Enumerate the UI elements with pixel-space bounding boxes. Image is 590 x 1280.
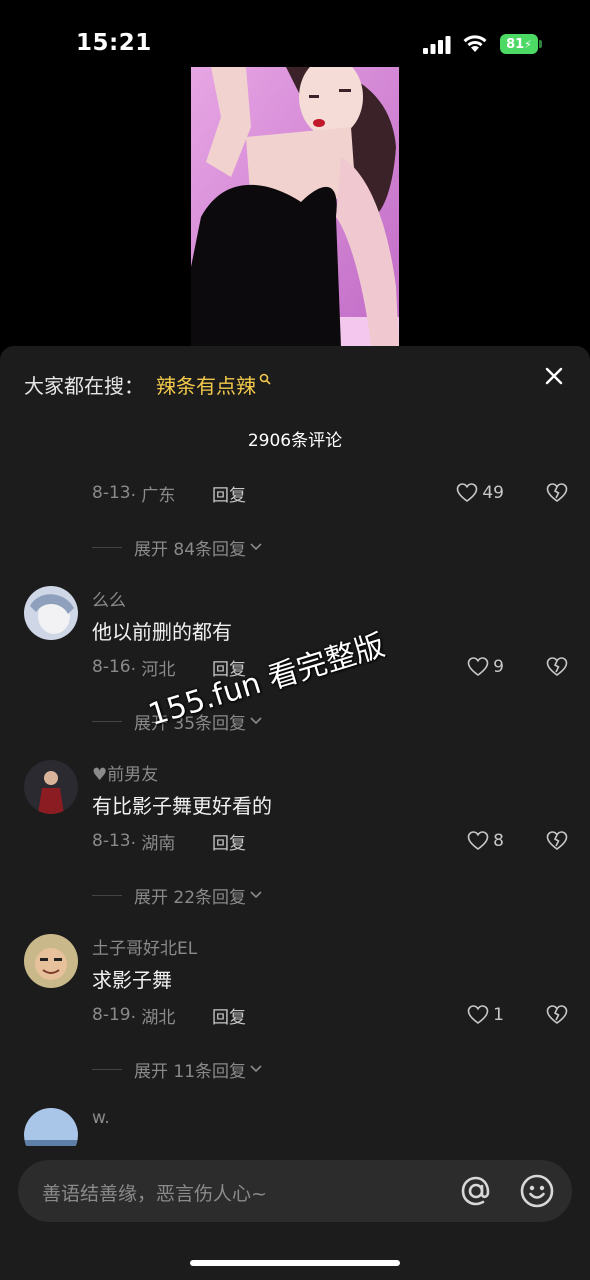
heart-icon xyxy=(467,1005,489,1024)
like-button[interactable]: 9 xyxy=(467,657,504,677)
signal-icon xyxy=(423,36,451,54)
search-suggestion[interactable]: 大家都在搜： 辣条有点辣 xyxy=(24,370,271,399)
expand-replies-button[interactable]: 展开 84条回复 xyxy=(92,535,262,560)
close-icon[interactable] xyxy=(544,366,564,386)
comment-location: · 湖北 xyxy=(130,1007,176,1028)
comment-meta: 8-19 · 湖北 回复 1 xyxy=(92,1003,572,1028)
comment-date: 8-19 xyxy=(92,1005,131,1025)
comment-input-placeholder[interactable]: 善语结善缘，恶言伤人心~ xyxy=(42,1179,267,1206)
expand-replies-button[interactable]: 展开 22条回复 xyxy=(92,883,262,908)
like-count: 8 xyxy=(493,831,504,851)
expand-replies-label: 展开 11条回复 xyxy=(134,1061,247,1082)
like-button[interactable]: 49 xyxy=(456,483,504,503)
chevron-down-icon xyxy=(250,891,262,899)
comment-meta: 8-13 · 广东 回复 49 xyxy=(92,481,572,506)
comment-text: 有比影子舞更好看的 xyxy=(92,794,272,818)
comment-username[interactable]: w. xyxy=(92,1108,110,1128)
broken-heart-icon[interactable] xyxy=(546,831,568,851)
comment-date: 8-13 xyxy=(92,831,131,851)
at-mention-icon[interactable] xyxy=(458,1173,494,1209)
expand-replies-button[interactable]: 展开 11条回复 xyxy=(92,1057,262,1082)
like-count: 9 xyxy=(493,657,504,677)
heart-icon: ♥ xyxy=(92,765,108,785)
like-count: 1 xyxy=(493,1005,504,1025)
comment-count: 2906条评论 xyxy=(247,431,343,451)
expand-replies-label: 展开 84条回复 xyxy=(134,539,247,560)
heart-icon xyxy=(467,657,489,676)
reply-button[interactable]: 回复 xyxy=(212,1003,246,1028)
broken-heart-icon[interactable] xyxy=(546,1005,568,1025)
broken-heart-icon[interactable] xyxy=(546,483,568,503)
reply-button[interactable]: 回复 xyxy=(212,481,246,506)
search-suggestion-keyword[interactable]: 辣条有点辣 xyxy=(156,370,256,399)
comment-username[interactable]: 么么 xyxy=(92,586,126,611)
battery-icon: 81 ⚡ xyxy=(500,34,542,54)
heart-icon xyxy=(467,831,489,850)
broken-heart-icon[interactable] xyxy=(546,657,568,677)
comment-username[interactable]: ♥前男友 xyxy=(92,760,158,785)
search-suggestion-prefix: 大家都在搜： xyxy=(24,374,144,398)
comment-username[interactable]: 土子哥好北EL xyxy=(92,934,197,959)
avatar[interactable] xyxy=(24,760,78,814)
battery-level: 81 xyxy=(506,36,525,52)
wifi-icon xyxy=(463,35,487,52)
video-frame-image xyxy=(191,67,399,347)
comment-input-bar: 善语结善缘，恶言伤人心~ xyxy=(0,1146,590,1280)
comment-sheet: 大家都在搜： 辣条有点辣 2906条评论 8-13 · 广东 回复 49 展开 … xyxy=(0,346,590,1280)
comment-date: 8-16 xyxy=(92,657,131,677)
like-button[interactable]: 8 xyxy=(467,831,504,851)
expand-replies-label: 展开 22条回复 xyxy=(134,887,247,908)
comment-list[interactable]: 8-13 · 广东 回复 49 展开 84条回复 么么 他以前删的都有 8-16… xyxy=(0,456,590,1146)
chevron-down-icon xyxy=(250,717,262,725)
chevron-down-icon xyxy=(250,1065,262,1073)
comment-text: 他以前删的都有 xyxy=(92,620,232,644)
heart-icon xyxy=(457,483,478,502)
avatar[interactable] xyxy=(24,1108,78,1146)
status-time: 15:21 xyxy=(76,30,152,56)
like-button[interactable]: 1 xyxy=(467,1005,504,1025)
emoji-icon[interactable] xyxy=(519,1173,555,1209)
reply-button[interactable]: 回复 xyxy=(212,829,246,854)
comment-meta: 8-13 · 湖南 回复 8 xyxy=(92,829,572,854)
comment-date: 8-13 xyxy=(92,483,131,503)
search-icon xyxy=(259,373,271,385)
comment-text: 求影子舞 xyxy=(92,968,172,992)
avatar[interactable] xyxy=(24,934,78,988)
comment-location: · 湖南 xyxy=(130,833,176,854)
home-indicator[interactable] xyxy=(190,1260,400,1266)
avatar[interactable] xyxy=(24,586,78,640)
like-count: 49 xyxy=(482,483,504,503)
comment-location: · 广东 xyxy=(130,485,176,506)
video-thumbnail[interactable] xyxy=(191,67,399,347)
chevron-down-icon xyxy=(250,543,262,551)
comment-input[interactable]: 善语结善缘，恶言伤人心~ xyxy=(18,1160,572,1222)
comment-username-label: 前男友 xyxy=(107,765,159,785)
comment-location: · 河北 xyxy=(130,659,176,680)
